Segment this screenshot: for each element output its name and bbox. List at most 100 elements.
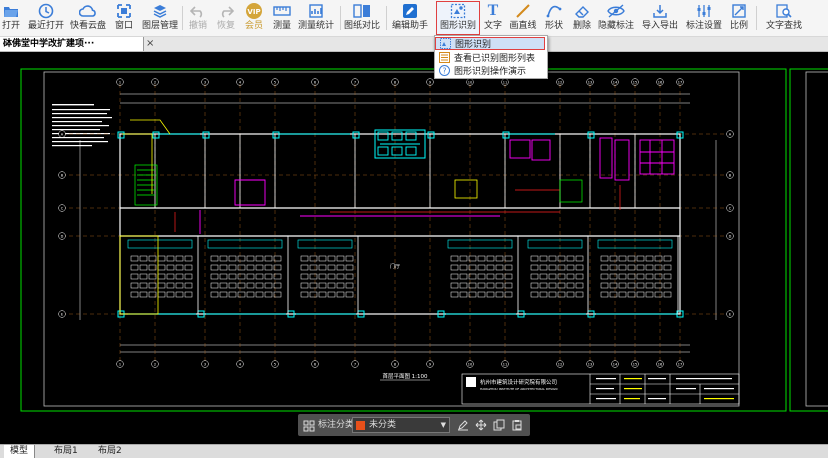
shape-recognition-icon <box>439 38 451 50</box>
axis-label: 1 <box>119 80 121 84</box>
shape-recognition-button[interactable]: 图形识别 <box>436 1 480 35</box>
svg-text:HANGZHOU INSTITUTE OF ARCHITEC: HANGZHOU INSTITUTE OF ARCHITECTURAL DESI… <box>480 387 557 391</box>
category-label: 标注分类 <box>318 420 355 430</box>
eye-hide-icon <box>607 2 625 20</box>
axis-label: 13 <box>588 362 592 366</box>
mark-settings-button[interactable]: 标注设置 <box>686 2 722 34</box>
mark-float-toolbar: 标注分类 未分类 ▼ <box>298 414 530 436</box>
compare-button[interactable]: 图纸对比 <box>344 2 380 34</box>
hide-mark-button[interactable]: 隐藏标注 <box>598 2 634 34</box>
tab-model[interactable]: 模型 <box>4 445 36 458</box>
layers-button[interactable]: 图层管理 <box>142 2 178 34</box>
axis-label: 10 <box>468 80 472 84</box>
axis-label: E <box>61 312 63 316</box>
grid-icon[interactable] <box>302 418 316 432</box>
document-tab[interactable]: 砵佛堂中学改扩建项··· <box>0 37 144 51</box>
main-toolbar: 打开 最近打开 快看云盘 窗口 图层管理 撤销 恢复 VIP 会员 测量 测量统… <box>0 0 828 37</box>
menu-item-shape-recognition[interactable]: 图形识别 <box>435 37 545 50</box>
compare-icon <box>353 2 371 20</box>
axis-label: 13 <box>588 80 592 84</box>
axis-label: 15 <box>633 362 637 366</box>
svg-text:门厅: 门厅 <box>390 263 400 270</box>
menu-item-label: 图形识别操作演示 <box>454 67 527 77</box>
axis-label: 12 <box>558 80 562 84</box>
shape-button[interactable]: 形状 <box>542 2 566 34</box>
open-button[interactable]: 打开 <box>0 2 22 34</box>
import-export-icon <box>651 2 669 20</box>
cloud-icon <box>79 2 97 20</box>
shape-recognition-icon <box>449 2 467 20</box>
axis-label: 8 <box>394 80 396 84</box>
document-tab-bar: 砵佛堂中学改扩建项··· × <box>0 37 828 52</box>
toolbar-separator <box>340 6 341 30</box>
erase-button[interactable]: 删除 <box>570 2 594 34</box>
list-icon <box>438 52 450 64</box>
scale-button[interactable]: 比例 <box>728 2 750 34</box>
recent-button[interactable]: 最近打开 <box>28 2 64 34</box>
drawing-canvas[interactable]: 1 2 3 4 5 6 7 8 9 10 11 12 13 14 15 16 17 1 2 3 4 5 6 7 8 9 10 11 1… <box>0 52 828 444</box>
axis-label: 7 <box>354 80 356 84</box>
axis-label: D <box>729 234 732 238</box>
axis-label: 4 <box>239 80 242 84</box>
menu-item-recognized-list[interactable]: 查看已识别图形列表 <box>435 51 545 64</box>
axis-label: 14 <box>613 80 618 84</box>
line-button[interactable]: 画直线 <box>508 2 538 34</box>
axis-label: 4 <box>239 362 242 366</box>
undo-icon <box>189 2 207 20</box>
ruler-icon <box>273 2 291 20</box>
folder-open-icon <box>2 2 20 20</box>
category-select-value: 未分类 <box>369 420 397 430</box>
close-icon[interactable]: × <box>146 37 154 51</box>
chevron-down-icon: ▼ <box>440 421 446 429</box>
category-color-swatch <box>356 421 365 430</box>
menu-item-label: 查看已识别图形列表 <box>454 54 536 64</box>
scale-icon <box>730 2 748 20</box>
text-search-icon <box>775 2 793 20</box>
line-icon <box>514 2 532 20</box>
import-export-button[interactable]: 导入导出 <box>642 2 678 34</box>
mark-settings-icon <box>695 2 713 20</box>
axis-label: 9 <box>429 80 431 84</box>
copy-icon[interactable] <box>492 418 506 432</box>
clock-icon <box>37 2 55 20</box>
undo-button[interactable]: 撤销 <box>186 2 210 34</box>
axis-label: 6 <box>314 80 316 84</box>
text-button[interactable]: T 文字 <box>482 2 504 34</box>
axis-label: 5 <box>274 362 276 366</box>
axis-label: 16 <box>658 362 662 366</box>
tab-layout1[interactable]: 布局1 <box>48 445 84 458</box>
measure-button[interactable]: 测量 <box>270 2 294 34</box>
redo-icon <box>217 2 235 20</box>
paste-icon[interactable] <box>510 418 524 432</box>
window-button[interactable]: 窗口 <box>112 2 136 34</box>
text-search-button[interactable]: 文字查找 <box>760 2 808 34</box>
axis-label: 1 <box>119 362 121 366</box>
vip-button[interactable]: VIP 会员 <box>242 2 266 34</box>
cloud-button[interactable]: 快看云盘 <box>70 2 106 34</box>
axis-label: 11 <box>503 80 507 84</box>
window-icon <box>115 2 133 20</box>
category-select[interactable]: 未分类 ▼ <box>352 417 450 433</box>
measure-stats-icon <box>307 2 325 20</box>
shape-icon <box>545 2 563 20</box>
menu-item-demo[interactable]: ? 图形识别操作演示 <box>435 64 545 77</box>
axis-label: 3 <box>204 362 206 366</box>
shape-recognition-menu: 图形识别 查看已识别图形列表 ? 图形识别操作演示 <box>434 35 548 79</box>
measure-stats-button[interactable]: 测量统计 <box>298 2 334 34</box>
axis-label: 15 <box>633 80 637 84</box>
axis-label: 7 <box>354 362 356 366</box>
edit-icon[interactable] <box>456 418 470 432</box>
tab-layout2[interactable]: 布局2 <box>92 445 128 458</box>
svg-text:首层平面图 1:100: 首层平面图 1:100 <box>382 372 428 380</box>
axis-label: 17 <box>678 362 682 366</box>
axis-label: 6 <box>314 362 316 366</box>
vip-icon: VIP <box>245 2 263 20</box>
axis-label: E <box>729 312 731 316</box>
axis-label: 10 <box>468 362 472 366</box>
axis-label: 9 <box>429 362 431 366</box>
redo-button[interactable]: 恢复 <box>214 2 238 34</box>
move-icon[interactable] <box>474 418 488 432</box>
eraser-icon <box>573 2 591 20</box>
edit-helper-button[interactable]: 编辑助手 <box>391 2 429 34</box>
axis-label: 2 <box>154 80 156 84</box>
